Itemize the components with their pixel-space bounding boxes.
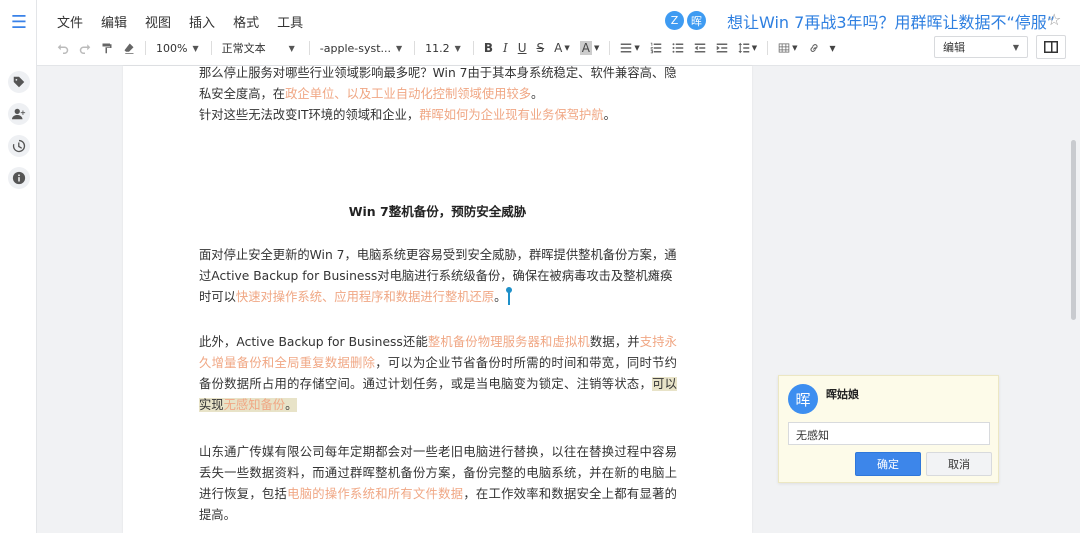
- italic-button[interactable]: I: [503, 38, 508, 58]
- history-icon[interactable]: [8, 135, 30, 157]
- toolbar-divider: [472, 41, 474, 55]
- paragraph-3: 面对停止安全更新的Win 7，电脑系统更容易受到安全威胁，群晖提供整机备份方案，…: [199, 245, 677, 308]
- indent-icon[interactable]: [716, 38, 728, 58]
- highlighted-text: 电脑的操作系统和所有文件数据: [287, 487, 464, 501]
- toggle-panel-button[interactable]: [1036, 35, 1066, 59]
- font-value: -apple-syst...: [319, 41, 392, 55]
- info-icon[interactable]: [8, 167, 30, 189]
- comment-box: 晖 晖姑娘 无感知 确定 取消: [778, 375, 999, 483]
- hamburger-menu-icon[interactable]: ☰: [9, 14, 29, 32]
- menu-tools[interactable]: 工具: [277, 12, 303, 31]
- strikethrough-button[interactable]: S: [537, 38, 545, 58]
- zoom-value: 100%: [156, 41, 188, 55]
- bold-button[interactable]: B: [484, 38, 493, 58]
- paragraph-text: 。: [494, 290, 507, 304]
- link-icon[interactable]: [808, 38, 820, 58]
- selected-highlighted-text[interactable]: 无感知备份: [223, 398, 286, 412]
- redo-icon[interactable]: [79, 38, 91, 58]
- confirm-button[interactable]: 确定: [855, 452, 921, 476]
- chevron-down-icon: ▼: [288, 43, 295, 53]
- underline-button[interactable]: U: [518, 38, 527, 58]
- comment-author: 晖姑娘: [826, 388, 859, 401]
- avatar[interactable]: Z: [665, 11, 684, 30]
- zoom-select[interactable]: 100% ▼: [156, 42, 199, 55]
- vertical-scrollbar[interactable]: [1071, 140, 1076, 320]
- toolbar-divider: [210, 41, 212, 55]
- paragraph-text: 此外，Active Backup for Business还能: [199, 335, 428, 349]
- menu-view[interactable]: 视图: [145, 12, 171, 31]
- font-family-select[interactable]: -apple-syst... ▼: [320, 42, 402, 55]
- formatting-toolbar: 100% ▼ 正常文本 ▼ -apple-syst... ▼ 11.2 ▼ B I U …: [57, 38, 846, 58]
- paragraph-text: 针对这些无法改变IT环境的领域和企业，: [199, 108, 420, 122]
- comment-input[interactable]: 无感知: [788, 422, 990, 445]
- toolbar-divider: [609, 41, 611, 55]
- more-insert-icon[interactable]: ▾: [830, 38, 836, 58]
- highlighted-text: 整机备份物理服务器和虚拟机: [427, 335, 590, 349]
- document-title[interactable]: 想让Win 7再战3年吗？用群晖让数据不“停服”: [727, 9, 1055, 33]
- add-user-icon[interactable]: [8, 103, 30, 125]
- menu-insert[interactable]: 插入: [189, 12, 215, 31]
- top-bar: 文件 编辑 视图 插入 格式 工具 Z 晖 想让Win 7再战3年吗？用群晖让数…: [37, 0, 1080, 66]
- highlight-color-icon[interactable]: A ▼: [579, 38, 599, 58]
- toolbar-divider: [145, 41, 146, 55]
- text-cursor: [506, 287, 513, 305]
- format-painter-icon[interactable]: [101, 38, 113, 58]
- numbered-list-icon[interactable]: [650, 38, 662, 58]
- selected-text[interactable]: 。: [285, 398, 298, 412]
- mode-value: 编辑: [943, 41, 965, 54]
- cancel-button[interactable]: 取消: [926, 452, 992, 476]
- section-heading: Win 7整机备份，预防安全威胁: [348, 204, 527, 219]
- table-icon[interactable]: ▼: [778, 38, 798, 58]
- chevron-down-icon: ▼: [1012, 42, 1019, 52]
- menu-file[interactable]: 文件: [57, 12, 83, 31]
- edit-mode-select[interactable]: 编辑 ▼: [934, 36, 1028, 58]
- menu-edit[interactable]: 编辑: [101, 12, 127, 31]
- toolbar-divider: [414, 41, 416, 55]
- highlighted-text: 快速对操作系统、应用程序和数据进行整机还原: [235, 290, 495, 304]
- side-panel-icon: [1044, 41, 1058, 53]
- font-color-icon[interactable]: A ▼: [554, 38, 570, 58]
- paragraph-4: 此外，Active Backup for Business还能整机备份物理服务器…: [199, 332, 677, 416]
- avatar: 晖: [788, 384, 818, 414]
- font-size-select[interactable]: 11.2 ▼: [425, 42, 461, 55]
- paragraph-text: 数据，并: [589, 335, 640, 349]
- paragraph-style-select[interactable]: 正常文本 ▼: [222, 40, 295, 56]
- size-value: 11.2: [425, 41, 450, 55]
- collaborator-avatars: Z 晖: [665, 11, 709, 30]
- toolbar-divider: [308, 41, 310, 55]
- outdent-icon[interactable]: [694, 38, 706, 58]
- chevron-down-icon: ▼: [396, 43, 403, 53]
- chevron-down-icon: ▼: [454, 43, 461, 53]
- toolbar-divider: [767, 41, 769, 55]
- paragraph-1: 那么停止服务对哪些行业领域影响最多呢？Win 7由于其本身系统稳定、软件兼容高、…: [199, 63, 677, 105]
- highlighted-text: 政企单位、以及工业自动化控制领域使用较多: [285, 87, 532, 101]
- undo-icon[interactable]: [57, 38, 69, 58]
- style-value: 正常文本: [221, 42, 266, 55]
- paragraph-5: 山东通广传媒有限公司每年定期都会对一些老旧电脑进行替换，以往在替换过程中容易丢失…: [199, 442, 677, 526]
- menu-format[interactable]: 格式: [233, 12, 259, 31]
- clear-format-icon[interactable]: [123, 38, 135, 58]
- paragraph-2: 针对这些无法改变IT环境的领域和企业，群晖如何为企业现有业务保驾护航。: [199, 105, 677, 126]
- paragraph-text: 。: [531, 87, 544, 101]
- line-spacing-icon[interactable]: ▼: [738, 38, 757, 58]
- avatar[interactable]: 晖: [687, 11, 706, 30]
- menu-bar: 文件 编辑 视图 插入 格式 工具: [57, 12, 321, 31]
- chevron-down-icon: ▼: [192, 43, 199, 53]
- paragraph-text: 。: [603, 108, 616, 122]
- document-page[interactable]: 那么停止服务对哪些行业领域影响最多呢？Win 7由于其本身系统稳定、软件兼容高、…: [123, 66, 752, 533]
- tag-icon[interactable]: [8, 71, 30, 93]
- bullet-list-icon[interactable]: [672, 38, 684, 58]
- left-sidebar: ☰: [0, 0, 37, 533]
- align-icon[interactable]: ▼: [620, 38, 640, 58]
- highlighted-text: 群晖如何为企业现有业务保驾护航: [419, 108, 604, 122]
- star-icon[interactable]: ☆: [1047, 10, 1061, 29]
